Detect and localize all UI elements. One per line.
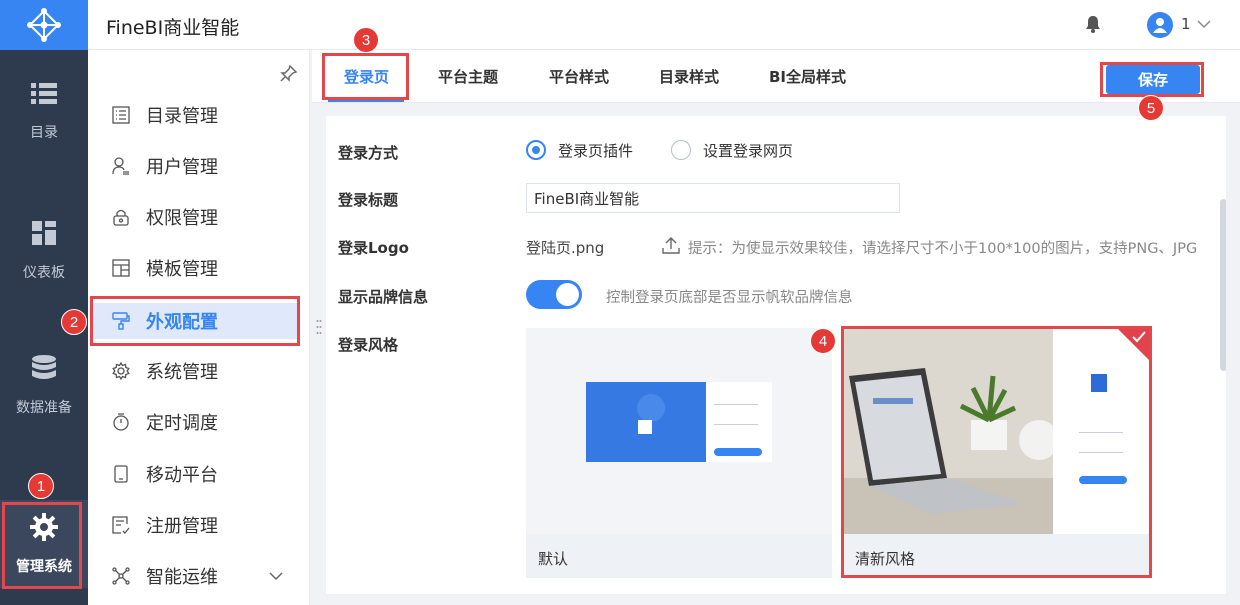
annotation-badge-5: 5 xyxy=(1138,95,1164,121)
sidebar-item-system-management[interactable]: 系统管理 xyxy=(110,353,300,389)
nav-item-label: 数据准备 xyxy=(16,400,72,416)
check-icon xyxy=(1132,331,1146,343)
user-manage-icon xyxy=(110,155,132,177)
annotation-badge-3: 3 xyxy=(353,27,379,53)
sidebar-item-label: 外观配置 xyxy=(146,312,218,333)
annotation-badge-2: 2 xyxy=(61,309,87,335)
chevron-down-icon[interactable] xyxy=(1196,16,1212,32)
annotation-badge-4: 4 xyxy=(810,328,836,354)
style-card-fresh-label: 清新风格 xyxy=(855,550,916,568)
user-icon xyxy=(1153,18,1167,33)
nav-item-data-prep[interactable]: 数据准备 xyxy=(0,335,88,435)
app-logo[interactable] xyxy=(0,0,88,50)
fresh-style-preview xyxy=(843,328,1149,534)
sidebar-item-label: 移动平台 xyxy=(146,465,218,486)
show-brand-toggle[interactable] xyxy=(526,280,582,309)
logo-hint: 提示：为使显示效果较佳，请选择尺寸不小于100*100的图片，支持PNG、JPG xyxy=(688,241,1198,257)
nav-item-label: 仪表板 xyxy=(23,265,65,281)
radio-login-plugin[interactable] xyxy=(526,140,546,160)
logo-icon xyxy=(27,8,61,42)
register-icon xyxy=(110,514,132,536)
style-card-default[interactable]: 默认 xyxy=(526,328,832,578)
avatar[interactable] xyxy=(1147,12,1173,38)
sidebar-item-template-management[interactable]: 模板管理 xyxy=(110,250,300,286)
sidebar-item-label: 系统管理 xyxy=(146,362,218,383)
login-title-input[interactable] xyxy=(526,183,900,213)
nav-item-label: 管理系统 xyxy=(16,559,72,575)
timer-icon xyxy=(110,411,132,433)
nav-item-catalog[interactable]: 目录 xyxy=(0,60,88,160)
sidebar-item-catalog-management[interactable]: 目录管理 xyxy=(110,97,300,133)
database-icon xyxy=(29,353,59,383)
app-title: FineBI商业智能 xyxy=(106,17,240,39)
default-style-preview xyxy=(526,328,832,534)
paint-roller-icon xyxy=(110,310,132,332)
logo-file-name: 登陆页.png xyxy=(526,239,605,257)
tab-platform-theme[interactable]: 平台主题 xyxy=(438,66,498,87)
mobile-icon xyxy=(110,463,132,485)
login-title-label: 登录标题 xyxy=(338,191,399,209)
network-icon xyxy=(110,565,132,587)
login-method-label: 登录方式 xyxy=(338,144,399,162)
dashboard-icon xyxy=(29,218,59,248)
tab-catalog-style[interactable]: 目录样式 xyxy=(659,66,719,87)
bell-icon[interactable] xyxy=(1084,15,1102,33)
pin-icon[interactable] xyxy=(280,64,298,82)
sidebar-item-appearance-config[interactable]: 外观配置 xyxy=(90,303,298,339)
login-style-label: 登录风格 xyxy=(338,336,399,354)
nav-item-label: 目录 xyxy=(30,125,58,141)
admin-sidebar: 目录管理 用户管理 权限管理 模板管理 外观配置 系统管理 定时调度 移动平台 … xyxy=(88,50,310,605)
sidebar-item-permission-management[interactable]: 权限管理 xyxy=(110,199,300,235)
sidebar-item-mobile-platform[interactable]: 移动平台 xyxy=(110,456,300,492)
template-icon xyxy=(110,257,132,279)
sidebar-item-label: 目录管理 xyxy=(146,106,218,127)
tab-platform-style[interactable]: 平台样式 xyxy=(549,66,609,87)
tab-active-indicator xyxy=(328,99,404,102)
sidebar-item-label: 权限管理 xyxy=(146,208,218,229)
style-card-fresh[interactable]: 清新风格 xyxy=(843,328,1149,578)
gear-icon xyxy=(29,512,59,542)
sidebar-item-label: 定时调度 xyxy=(146,413,218,434)
save-button[interactable]: 保存 xyxy=(1106,65,1200,94)
sidebar-item-label: 智能运维 xyxy=(146,567,218,588)
list-icon xyxy=(29,78,59,108)
show-brand-label: 显示品牌信息 xyxy=(338,288,429,306)
radio-login-plugin-label[interactable]: 登录页插件 xyxy=(558,140,633,161)
login-page-settings: 登录方式 登录页插件 设置登录网页 登录标题 登录Logo 登陆页.png 提示… xyxy=(326,116,1226,594)
login-logo-label: 登录Logo xyxy=(338,239,409,257)
nav-item-dashboard[interactable]: 仪表板 xyxy=(0,200,88,300)
show-brand-description: 控制登录页底部是否显示帆软品牌信息 xyxy=(606,290,853,306)
tab-bi-global-style[interactable]: BI全局样式 xyxy=(769,66,846,87)
content-scrollbar[interactable] xyxy=(1220,199,1226,371)
chevron-down-icon[interactable] xyxy=(268,568,284,584)
main-area: 登录页 平台主题 平台样式 目录样式 BI全局样式 保存 登录方式 登录页插件 … xyxy=(312,50,1240,605)
style-card-default-label: 默认 xyxy=(538,550,569,568)
lock-icon xyxy=(110,206,132,228)
radio-custom-login-page[interactable] xyxy=(671,140,691,160)
radio-custom-login-page-label[interactable]: 设置登录网页 xyxy=(703,140,793,161)
sidebar-item-user-management[interactable]: 用户管理 xyxy=(110,148,300,184)
sidebar-item-registration[interactable]: 注册管理 xyxy=(110,507,300,543)
sidebar-item-scheduling[interactable]: 定时调度 xyxy=(110,404,300,440)
gear-icon xyxy=(110,360,132,382)
annotation-badge-1: 1 xyxy=(28,473,54,499)
sidebar-item-label: 用户管理 xyxy=(146,157,218,178)
nav-item-admin-system[interactable]: 管理系统 xyxy=(0,500,88,588)
sidebar-item-label: 注册管理 xyxy=(146,516,218,537)
catalog-icon xyxy=(110,104,132,126)
left-nav: 目录 仪表板 数据准备 管理系统 xyxy=(0,0,88,605)
upload-icon[interactable] xyxy=(662,236,680,254)
user-name[interactable]: 1 xyxy=(1181,15,1191,33)
tab-login-page[interactable]: 登录页 xyxy=(344,66,389,87)
sidebar-item-label: 模板管理 xyxy=(146,259,218,280)
tab-bar: 登录页 平台主题 平台样式 目录样式 BI全局样式 保存 xyxy=(312,50,1240,103)
top-header: FineBI商业智能 1 xyxy=(88,0,1240,50)
